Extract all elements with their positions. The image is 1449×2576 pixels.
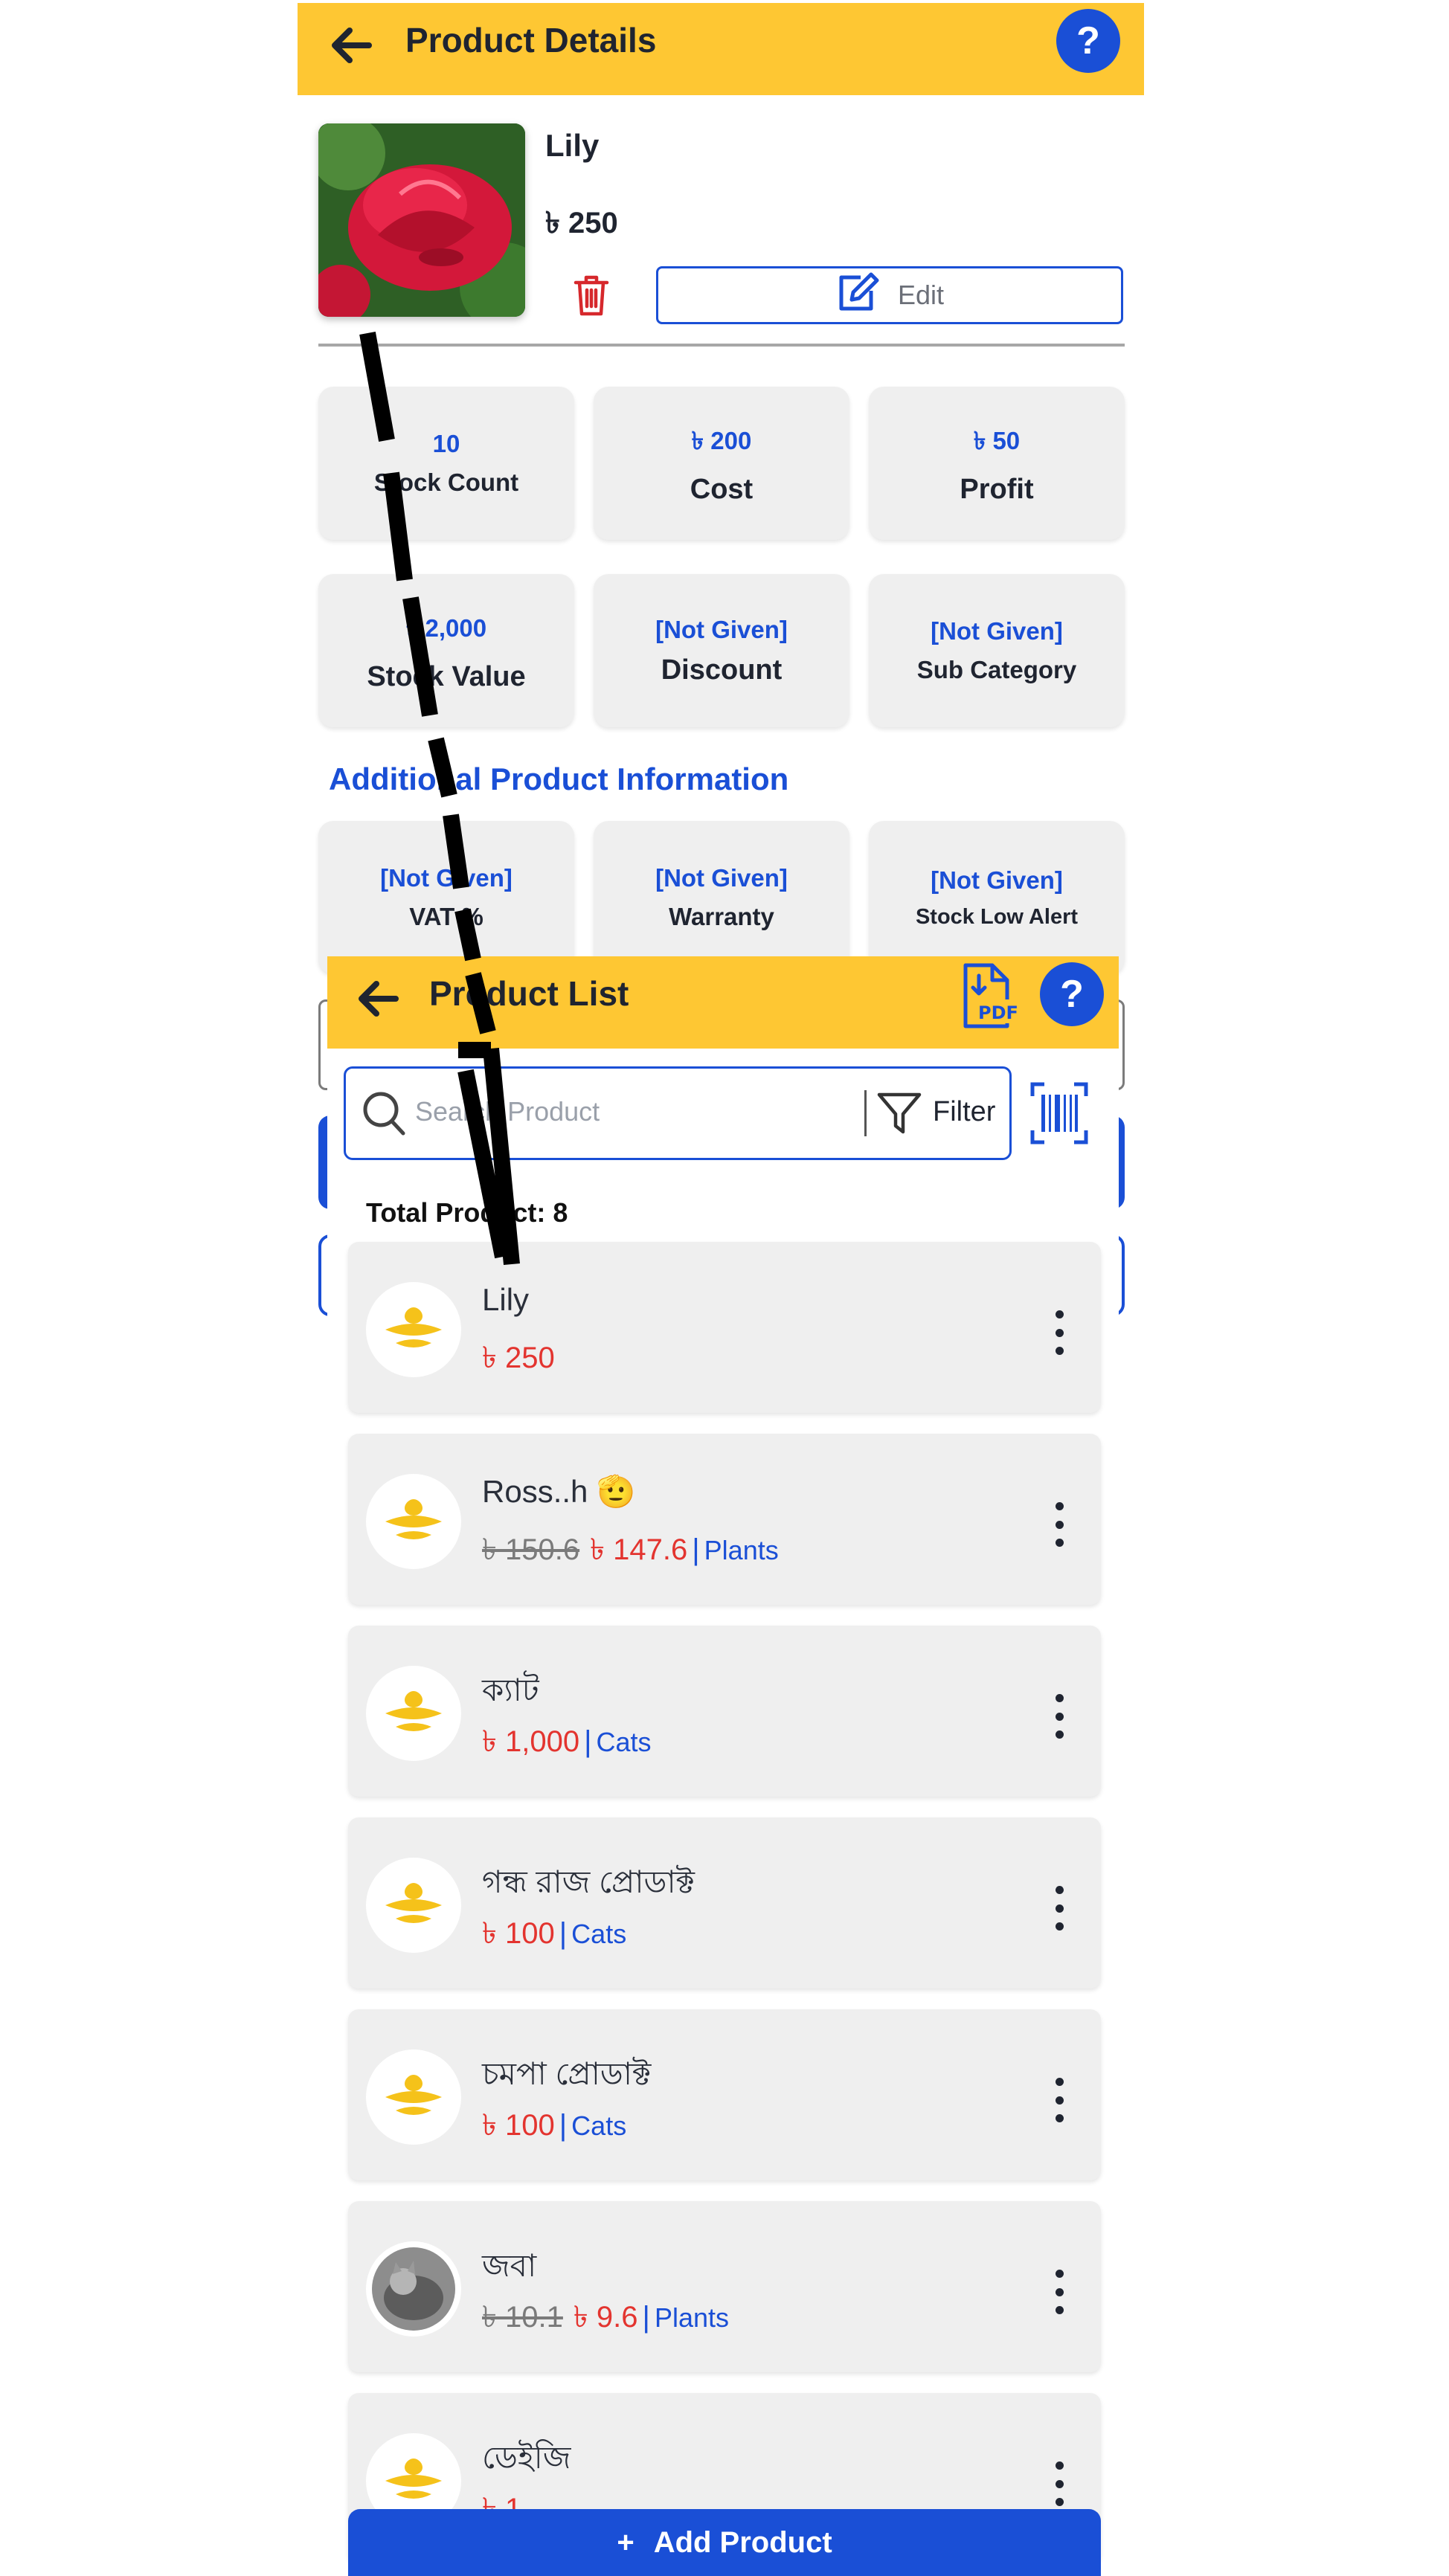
stat-value: 10	[432, 430, 460, 457]
pdf-download-icon[interactable]: PDF	[957, 962, 1024, 1033]
stat-label: Discount	[661, 654, 783, 686]
product-price-row: ৳ 100 | Cats	[482, 2109, 627, 2142]
stat-value: ৳ 2,000	[405, 614, 487, 642]
stat-value: ৳ 200	[691, 426, 752, 454]
stat-label: Stock Count	[373, 468, 519, 496]
kebab-menu-icon[interactable]	[1053, 1694, 1065, 1739]
add-product-label: Add Product	[653, 2525, 832, 2559]
additional-info-title: Additional Product Information	[329, 761, 789, 796]
plus-icon: +	[617, 2525, 634, 2559]
kebab-menu-icon[interactable]	[1053, 1502, 1065, 1547]
list-item[interactable]: Ross..h 🫡 ৳ 150.6 ৳ 147.6 | Plants	[348, 1434, 1101, 1605]
total-product-count: Total Product: 8	[366, 1197, 568, 1228]
info-value: [Not Given]	[655, 864, 788, 892]
product-price-row: ৳ 250	[482, 1334, 555, 1384]
edit-button[interactable]: Edit	[656, 266, 1123, 324]
info-card-warranty: [Not Given] Warranty	[594, 821, 849, 974]
list-item[interactable]: Lily ৳ 250	[348, 1242, 1101, 1413]
product-category: Cats	[571, 1919, 627, 1949]
pdf-label: PDF	[978, 1002, 1018, 1023]
stat-value: [Not Given]	[931, 617, 1063, 645]
search-icon	[362, 1090, 406, 1142]
stat-card-cost: ৳ 200 Cost	[594, 387, 849, 540]
stat-label: Profit	[960, 473, 1034, 505]
product-category: Cats	[596, 1727, 652, 1757]
divider	[318, 344, 1125, 347]
page-title: Product Details	[405, 21, 657, 59]
kebab-menu-icon[interactable]	[1053, 2078, 1065, 2122]
stat-value: [Not Given]	[655, 615, 788, 643]
info-label: Warranty	[669, 903, 774, 930]
search-input[interactable]: Search Product	[415, 1096, 600, 1127]
product-price: ৳ 100	[482, 1917, 555, 1950]
product-image	[318, 123, 525, 317]
list-item[interactable]: ক্যাট ৳ 1,000 | Cats	[348, 1626, 1101, 1797]
product-name: ডেইজি	[482, 2440, 571, 2475]
product-price-row: ৳ 150.6 ৳ 147.6 | Plants	[482, 1533, 779, 1566]
product-name: ক্যাট	[482, 1672, 539, 1707]
product-price-row: ৳ 100 | Cats	[482, 1917, 627, 1950]
product-old-price: ৳ 150.6	[482, 1533, 580, 1566]
product-list-title: Product List	[429, 974, 629, 1013]
help-icon[interactable]: ?	[1056, 9, 1120, 73]
stat-label: Sub Category	[916, 656, 1077, 683]
product-category: Plants	[704, 1535, 779, 1565]
info-label: Stock Low Alert	[915, 904, 1079, 929]
product-price: ৳ 1,000	[482, 1725, 580, 1758]
product-placeholder-icon	[366, 2049, 461, 2145]
list-item[interactable]: জবা ৳ 10.1 ৳ 9.6 | Plants	[348, 2201, 1101, 2372]
product-price: ৳ 147.6	[590, 1533, 688, 1566]
product-price: ৳ 9.6	[573, 2301, 638, 2334]
product-name: Lily	[545, 128, 600, 163]
product-placeholder-icon	[366, 1282, 461, 1377]
filter-icon[interactable]	[876, 1090, 922, 1140]
product-price: ৳ 100	[482, 2109, 555, 2142]
product-price-row: ৳ 1,000 | Cats	[482, 1725, 652, 1758]
product-name: Ross..h 🫡	[482, 1474, 636, 1509]
kebab-menu-icon[interactable]	[1053, 2461, 1065, 2506]
kebab-menu-icon[interactable]	[1053, 1310, 1065, 1355]
back-arrow-icon[interactable]	[324, 19, 376, 75]
info-value: [Not Given]	[380, 864, 513, 892]
kebab-menu-icon[interactable]	[1053, 2270, 1065, 2314]
product-price: ৳ 250	[482, 1342, 555, 1374]
info-value: [Not Given]	[931, 866, 1063, 894]
product-old-price: ৳ 10.1	[482, 2301, 563, 2334]
stat-label: Stock Value	[367, 660, 526, 692]
product-category: Cats	[571, 2110, 627, 2141]
help-icon[interactable]: ?	[1040, 962, 1104, 1026]
stat-card-discount: [Not Given] Discount	[594, 574, 849, 727]
edit-label: Edit	[897, 280, 945, 310]
trash-icon[interactable]	[568, 272, 614, 318]
product-category: Plants	[654, 2302, 729, 2333]
stat-label: Cost	[690, 473, 754, 505]
stat-card-stock-value: ৳ 2,000 Stock Value	[318, 574, 574, 727]
stat-card-stock-count: 10 Stock Count	[318, 387, 574, 540]
stat-card-sub-category: [Not Given] Sub Category	[869, 574, 1125, 727]
add-product-button[interactable]: + Add Product	[348, 2509, 1101, 2576]
stat-value: ৳ 50	[973, 426, 1021, 454]
product-placeholder-icon	[366, 1474, 461, 1569]
product-name: জবা	[482, 2248, 537, 2283]
product-price-row: ৳ 10.1 ৳ 9.6 | Plants	[482, 2301, 729, 2334]
back-arrow-icon[interactable]	[351, 973, 403, 1028]
search-divider	[864, 1090, 867, 1136]
info-card-vat: [Not Given] VAT %	[318, 821, 574, 974]
product-price: ৳ 250	[545, 207, 618, 239]
info-label: VAT %	[409, 903, 483, 930]
product-name: গন্ধ রাজ প্রোডাক্ট	[482, 1864, 695, 1899]
product-photo-avatar	[366, 2241, 461, 2337]
edit-icon	[835, 271, 881, 320]
kebab-menu-icon[interactable]	[1053, 1886, 1065, 1931]
info-card-stock-low-alert: [Not Given] Stock Low Alert	[869, 821, 1125, 974]
product-placeholder-icon	[366, 1666, 461, 1761]
filter-button[interactable]: Filter	[933, 1096, 995, 1128]
list-item[interactable]: গন্ধ রাজ প্রোডাক্ট ৳ 100 | Cats	[348, 1817, 1101, 1989]
barcode-icon[interactable]	[1029, 1081, 1089, 1149]
product-name: চমপা প্রোডাক্ট	[482, 2056, 652, 2091]
stat-card-profit: ৳ 50 Profit	[869, 387, 1125, 540]
product-name: Lily	[482, 1282, 530, 1317]
product-placeholder-icon	[366, 1858, 461, 1953]
list-item[interactable]: চমপা প্রোডাক্ট ৳ 100 | Cats	[348, 2009, 1101, 2180]
